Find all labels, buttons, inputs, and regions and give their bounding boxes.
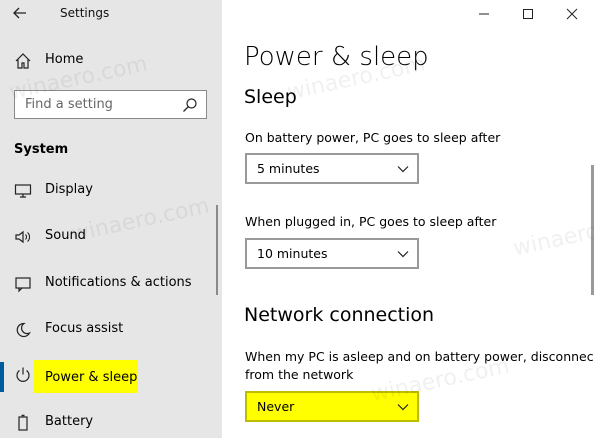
sidebar-item-label: Home (45, 52, 84, 67)
monitor-icon (14, 184, 32, 198)
app-title: Settings (60, 6, 110, 20)
sidebar-item-label: Display (45, 182, 93, 197)
minimize-icon (479, 13, 489, 15)
battery-icon (18, 414, 28, 431)
close-button[interactable] (552, 0, 592, 28)
speaker-icon (15, 230, 30, 244)
notification-icon (15, 277, 31, 293)
search-icon[interactable] (182, 97, 198, 113)
section-heading-network: Network connection (244, 304, 435, 326)
maximize-button[interactable] (508, 0, 548, 28)
plugged-sleep-label: When plugged in, PC goes to sleep after (245, 214, 497, 229)
chevron-down-icon (397, 251, 409, 258)
dropdown-value: 10 minutes (257, 246, 328, 261)
chevron-down-icon (397, 404, 409, 411)
sidebar-item-label: Power & sleep (45, 370, 138, 385)
sidebar-item-label: Notifications & actions (45, 275, 192, 290)
titlebar-left: Settings (0, 0, 222, 28)
search-placeholder: Find a setting (25, 97, 113, 112)
back-arrow-icon (13, 7, 26, 19)
sidebar-item-sound[interactable]: Sound (0, 220, 222, 252)
sidebar-item-label: Battery (45, 414, 94, 429)
search-input[interactable]: Find a setting (14, 90, 207, 119)
home-icon (15, 53, 31, 69)
network-disconnect-dropdown[interactable]: Never (245, 391, 419, 422)
sidebar-scrollbar[interactable] (216, 205, 218, 295)
minimize-button[interactable] (464, 0, 504, 28)
main-panel: Power & sleep Sleep On battery power, PC… (222, 0, 594, 438)
network-disconnect-label: When my PC is asleep and on battery powe… (245, 349, 594, 382)
dropdown-value: Never (257, 399, 295, 414)
dropdown-value: 5 minutes (257, 161, 320, 176)
section-title: System (14, 142, 69, 157)
moon-icon (16, 322, 31, 338)
sidebar-item-label: Focus assist (45, 321, 124, 336)
plugged-sleep-dropdown[interactable]: 10 minutes (245, 238, 419, 269)
chevron-down-icon (397, 166, 409, 173)
active-indicator (0, 362, 4, 392)
sidebar-item-notifications[interactable]: Notifications & actions (0, 267, 222, 299)
sidebar-item-focus-assist[interactable]: Focus assist (0, 313, 222, 345)
battery-sleep-label: On battery power, PC goes to sleep after (245, 130, 501, 145)
sidebar-item-display[interactable]: Display (0, 174, 222, 206)
power-icon (16, 367, 30, 382)
sidebar-item-home[interactable]: Home (0, 46, 222, 74)
sidebar-item-power-sleep[interactable]: Power & sleep (0, 360, 222, 393)
page-title: Power & sleep (244, 42, 429, 72)
battery-sleep-dropdown[interactable]: 5 minutes (245, 153, 419, 184)
sidebar: Settings Home Find a setting System Disp… (0, 0, 222, 438)
sidebar-item-label: Sound (45, 228, 86, 243)
maximize-icon (523, 9, 533, 19)
close-icon (566, 8, 578, 20)
section-heading-sleep: Sleep (244, 86, 297, 108)
back-button[interactable] (8, 3, 32, 23)
sidebar-item-battery[interactable]: Battery (0, 406, 222, 438)
